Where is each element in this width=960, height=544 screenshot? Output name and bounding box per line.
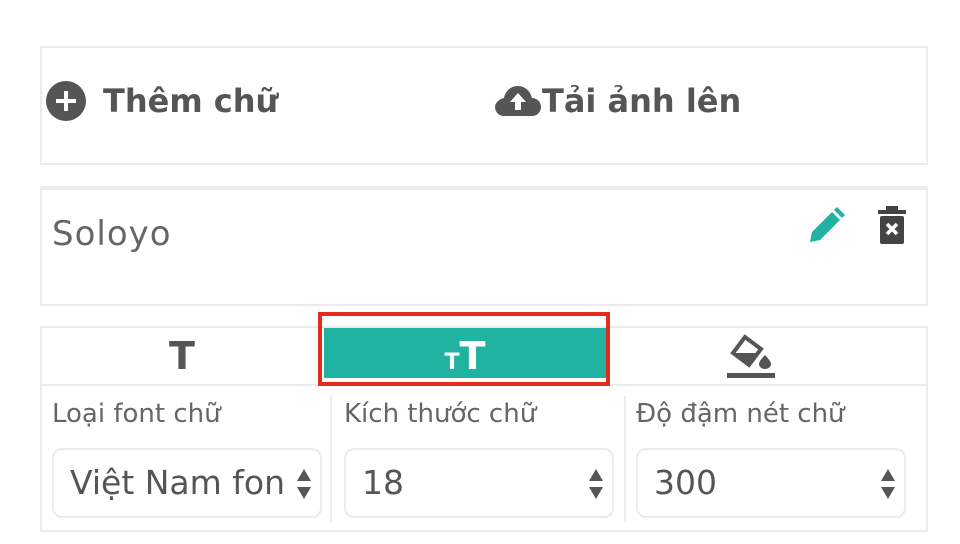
font-select-value: Việt Nam font bbox=[70, 463, 284, 502]
tab-size[interactable]: TT bbox=[324, 328, 606, 384]
size-label: Kích thước chữ bbox=[344, 399, 537, 429]
text-item[interactable]: Soloyo bbox=[40, 186, 928, 306]
pencil-icon[interactable] bbox=[806, 206, 846, 246]
paint-bucket-icon bbox=[727, 334, 775, 378]
text-size-icon: TT bbox=[444, 334, 486, 378]
text-item-content: Soloyo bbox=[52, 214, 172, 254]
cloud-upload-icon bbox=[495, 86, 541, 116]
upload-image-button[interactable]: Tải ảnh lên bbox=[494, 82, 742, 120]
select-arrows-icon bbox=[297, 469, 311, 499]
action-panel: Thêm chữ Tải ảnh lên bbox=[40, 46, 928, 165]
field-divider bbox=[330, 396, 332, 522]
font-label: Loại font chữ bbox=[52, 399, 221, 429]
settings-tabs: T TT bbox=[42, 328, 926, 386]
tab-color[interactable] bbox=[606, 328, 896, 384]
weight-select-value: 300 bbox=[654, 463, 717, 502]
font-select[interactable]: Việt Nam font bbox=[52, 448, 322, 518]
upload-image-label: Tải ảnh lên bbox=[542, 82, 742, 120]
weight-label: Độ đậm nét chữ bbox=[636, 399, 845, 429]
font-icon: T bbox=[169, 334, 195, 378]
select-arrows-icon bbox=[881, 469, 895, 499]
select-arrows-icon bbox=[589, 469, 603, 499]
trash-icon[interactable] bbox=[878, 206, 906, 244]
size-select-value: 18 bbox=[362, 463, 404, 502]
field-divider bbox=[624, 396, 626, 522]
weight-select[interactable]: 300 bbox=[636, 448, 906, 518]
text-settings-panel: T TT Loại font chữ Việt Nam font Kích th… bbox=[40, 326, 928, 532]
tab-font[interactable]: T bbox=[42, 328, 322, 384]
add-text-label: Thêm chữ bbox=[103, 82, 279, 120]
size-select[interactable]: 18 bbox=[344, 448, 614, 518]
size-field: Kích thước chữ 18 bbox=[344, 396, 618, 526]
add-circle-icon bbox=[46, 81, 86, 121]
add-text-button[interactable]: Thêm chữ bbox=[46, 81, 279, 121]
weight-field: Độ đậm nét chữ 300 bbox=[636, 396, 910, 526]
font-field: Loại font chữ Việt Nam font bbox=[52, 396, 326, 526]
